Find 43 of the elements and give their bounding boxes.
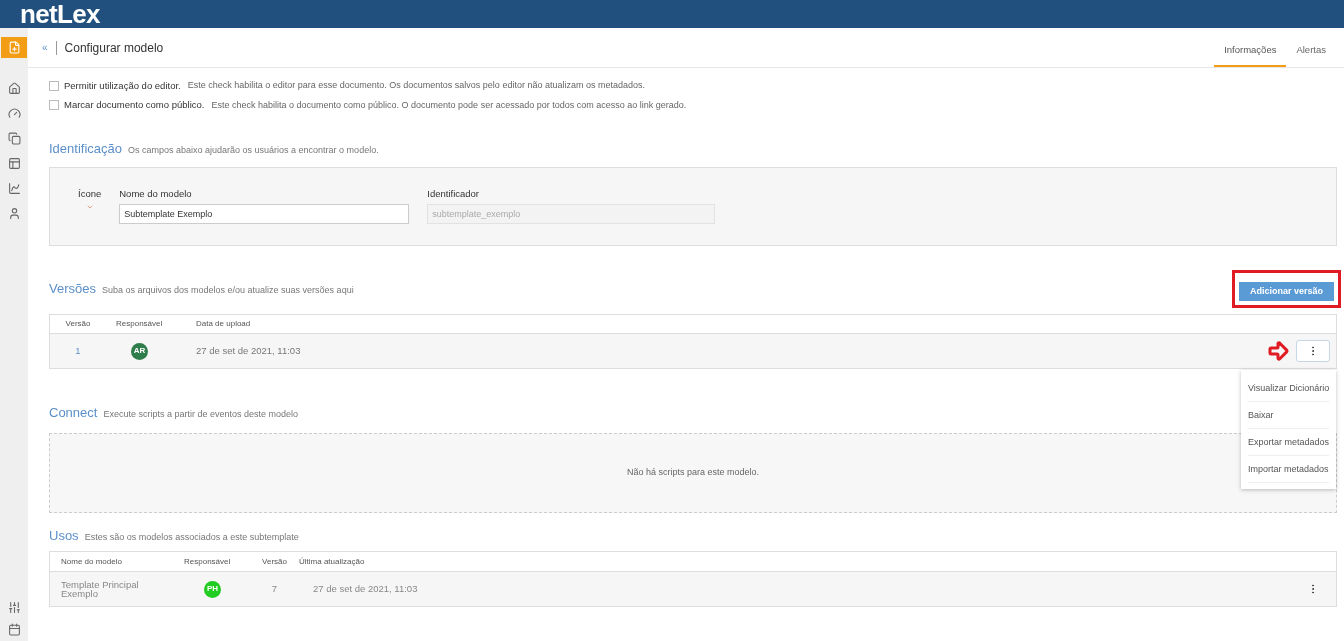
section-subtitle: Os campos abaixo ajudarão os usuários a encontrar o modelo. — [128, 143, 379, 157]
column-header: Versão — [261, 555, 288, 568]
field-label: Identificador — [427, 187, 480, 201]
section-title: Usos — [49, 526, 79, 545]
table-cell-text: Template Principal Exemplo — [60, 580, 140, 599]
input-field[interactable]: Subtemplate Exemplo — [119, 204, 410, 225]
section-subtitle: Suba os arquivos dos modelos e/ou atualize suas versões aqui — [102, 284, 354, 298]
section-title: Versões — [49, 280, 96, 299]
section-title: Connect — [49, 404, 98, 423]
menu-item[interactable]: Visualizar Dicionário — [1248, 375, 1329, 403]
section-subtitle: Estes são os modelos associados a este subtemplate — [84, 530, 299, 544]
section-subtitle: Execute scripts a partir de eventos deste modelo — [103, 408, 299, 422]
arrow-icon — [1266, 339, 1290, 364]
section-title: Identificação — [49, 139, 122, 158]
column-header: Data de upload — [196, 318, 251, 331]
column-header: Última atualização — [299, 555, 365, 568]
column-header: Responsável — [115, 318, 164, 331]
menu-item[interactable]: Exportar metadados — [1248, 429, 1329, 457]
option-description: Este check habilita o editor para esse documento. Os documentos salvos pelo editor não atualizam os metadados. — [187, 79, 645, 93]
table-cell-text: 1 — [74, 344, 82, 359]
collapse-button[interactable]: « — [42, 40, 57, 55]
menu-item[interactable]: Importar metadados — [1248, 456, 1329, 484]
avatar: PH — [204, 580, 221, 598]
option-label: Marcar documento como público. — [64, 98, 205, 113]
tab[interactable]: Informações — [1214, 35, 1287, 67]
field-label: Nome do modelo — [119, 187, 193, 201]
logo: netLex — [20, 1, 100, 27]
table-cell: 27 de set de 2021, 11:03 — [196, 344, 301, 359]
table-cell-text: 7 — [270, 582, 279, 597]
menu-item[interactable]: Baixar — [1248, 402, 1329, 430]
option-description: Este check habilita o documento como público. O documento pode ser acessado por todos com acesso ao link gerado. — [211, 98, 687, 112]
checkbox[interactable] — [49, 81, 59, 92]
column-header: Versão — [64, 318, 92, 331]
field-label: Ícone — [78, 187, 102, 201]
option-label: Permitir utilização do editor. — [64, 79, 181, 93]
avatar: AR — [131, 342, 148, 360]
page-title: Configurar modelo — [64, 39, 164, 57]
table-cell: 27 de set de 2021, 11:03 — [313, 582, 418, 597]
checkbox[interactable] — [49, 100, 59, 111]
column-header: Nome do modelo — [60, 555, 123, 568]
tab[interactable]: Alertas — [1286, 35, 1336, 67]
empty-message: Não há scripts para este modelo. — [626, 466, 760, 479]
column-header: Responsável — [184, 555, 232, 568]
